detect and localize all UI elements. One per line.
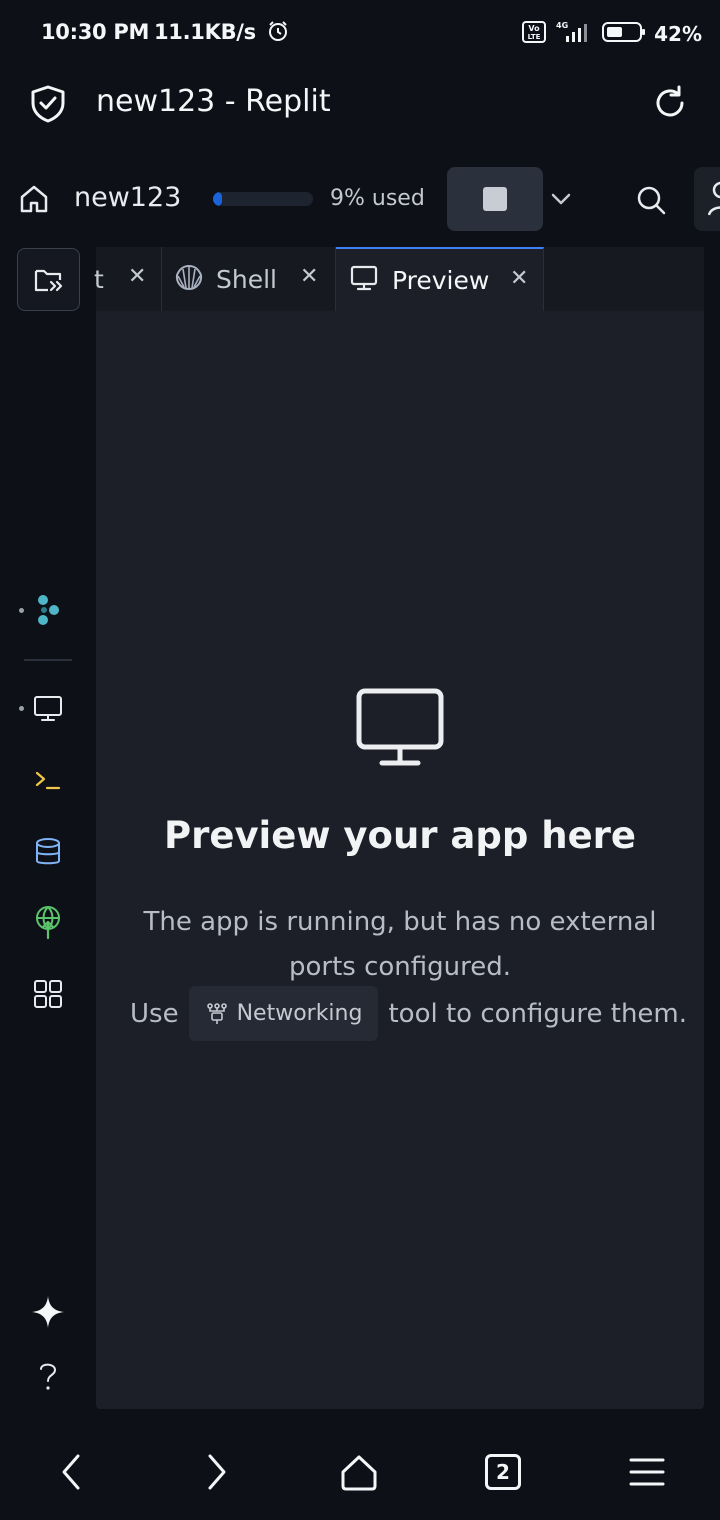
networking-tool-button[interactable]: Networking xyxy=(188,986,379,1041)
files-toggle-button[interactable] xyxy=(17,248,80,311)
alarm-icon xyxy=(267,20,289,47)
networking-label: Networking xyxy=(236,1001,363,1026)
svg-text:Vo: Vo xyxy=(529,24,541,33)
usage-progress-bar xyxy=(213,192,313,206)
shell-icon xyxy=(174,263,204,295)
svg-text:LTE: LTE xyxy=(528,33,541,41)
close-icon[interactable]: ✕ xyxy=(128,264,146,289)
close-icon[interactable]: ✕ xyxy=(300,264,318,289)
status-network-speed: 11.1KB/s xyxy=(154,20,289,47)
tab-bar: t ✕ Shell ✕ Preview ✕ xyxy=(94,247,704,311)
usage-text: 9% used xyxy=(330,186,425,211)
networking-hint: Use Networking tool to configure them. xyxy=(130,986,687,1041)
monitor-icon[interactable] xyxy=(30,690,66,726)
use-suffix: tool to configure them. xyxy=(388,998,688,1029)
sparkle-icon[interactable] xyxy=(30,1294,66,1330)
rail-divider xyxy=(24,659,72,661)
battery-percent: 42% xyxy=(654,22,702,46)
preview-monitor-icon xyxy=(356,688,444,772)
networking-icon xyxy=(206,1002,227,1024)
shield-check-icon[interactable] xyxy=(30,85,66,127)
usage-progress-fill xyxy=(213,192,222,206)
stop-icon xyxy=(483,187,507,211)
search-icon[interactable] xyxy=(635,184,667,220)
status-right-group: Vo LTE 4G 42% xyxy=(522,20,702,48)
stop-button[interactable] xyxy=(447,167,543,231)
chevron-down-icon[interactable] xyxy=(549,188,573,214)
battery-icon xyxy=(602,21,646,47)
user-button[interactable] xyxy=(694,167,720,231)
forward-icon[interactable] xyxy=(192,1448,240,1496)
back-icon[interactable] xyxy=(48,1448,96,1496)
project-name[interactable]: new123 xyxy=(74,182,181,213)
status-time: 10:30 PM xyxy=(41,20,150,44)
monitor-icon xyxy=(350,264,378,296)
database-icon[interactable] xyxy=(30,834,66,870)
tab-preview[interactable]: Preview ✕ xyxy=(336,247,544,311)
browser-title: new123 - Replit xyxy=(96,84,331,119)
menu-icon[interactable] xyxy=(623,1448,671,1496)
active-dot xyxy=(19,608,24,613)
svg-text:4G: 4G xyxy=(556,21,568,30)
signal-icon: 4G xyxy=(554,20,594,48)
tab-file[interactable]: t ✕ xyxy=(94,247,162,311)
active-dot xyxy=(19,706,24,711)
terminal-icon[interactable] xyxy=(30,762,66,798)
use-prefix: Use xyxy=(130,998,179,1029)
all-tools-grid-icon[interactable] xyxy=(30,976,66,1012)
agent-icon[interactable] xyxy=(30,592,66,628)
tabs-count-button[interactable]: 2 xyxy=(479,1448,527,1496)
tabs-count: 2 xyxy=(485,1454,521,1490)
tab-shell[interactable]: Shell ✕ xyxy=(162,247,336,311)
home-nav-icon[interactable] xyxy=(335,1448,383,1496)
network-speed-text: 11.1KB/s xyxy=(154,20,256,44)
user-icon xyxy=(708,181,720,216)
tab-label: Shell xyxy=(216,264,277,294)
folder-expand-icon xyxy=(34,269,62,291)
deployments-icon[interactable] xyxy=(30,904,66,940)
help-icon[interactable] xyxy=(30,1358,66,1394)
tab-label: t xyxy=(94,264,104,294)
reload-icon[interactable] xyxy=(652,85,688,125)
preview-empty-title: Preview your app here xyxy=(163,814,637,857)
home-icon[interactable] xyxy=(18,183,50,219)
preview-empty-description: The app is running, but has no external … xyxy=(143,907,657,982)
volte-icon: Vo LTE xyxy=(522,21,547,47)
close-icon[interactable]: ✕ xyxy=(510,266,528,291)
tab-label: Preview xyxy=(392,265,490,295)
